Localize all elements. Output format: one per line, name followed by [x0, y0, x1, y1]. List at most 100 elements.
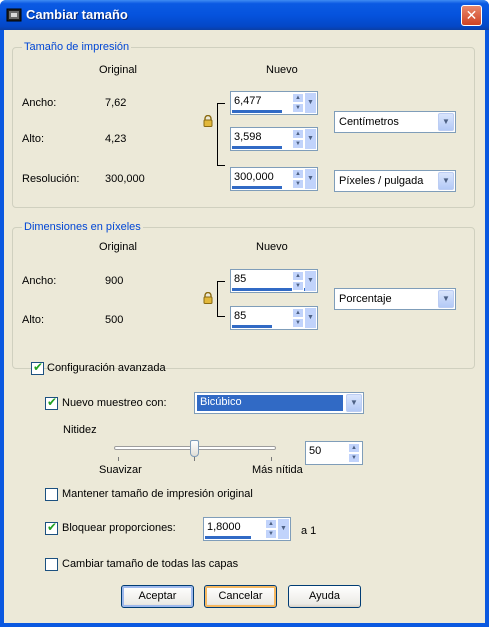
print-height-value: 3,598 — [234, 131, 262, 143]
print-width-bar — [232, 110, 282, 113]
close-icon: ✕ — [465, 7, 478, 23]
spin-up-icon[interactable]: ▲ — [292, 93, 304, 103]
close-button[interactable]: ✕ — [461, 5, 482, 26]
resolution-value: 300,000 — [234, 171, 274, 183]
advanced-settings-label[interactable]: Configuración avanzada — [47, 362, 166, 374]
chevron-down-icon[interactable]: ▼ — [305, 93, 316, 113]
print-original-header: Original — [99, 64, 137, 76]
check-icon: ✔ — [47, 520, 58, 534]
resolution-units-select[interactable]: Píxeles / pulgada ▼ — [334, 170, 456, 192]
chevron-down-icon[interactable]: ▼ — [346, 394, 362, 412]
dialog-window: Cambiar tamaño ✕ Tamaño de impresión Ori… — [0, 0, 489, 627]
sharpness-slider-thumb[interactable] — [190, 440, 199, 457]
pixel-dimensions-title: Dimensiones en píxeles — [22, 221, 143, 233]
pixel-width-label: Ancho: — [22, 275, 57, 287]
dialog-body: Tamaño de impresión Original Nuevo Ancho… — [4, 30, 485, 623]
resample-checkbox[interactable]: ✔ — [45, 395, 58, 410]
chevron-down-icon[interactable]: ▼ — [305, 169, 316, 189]
spin-down-icon[interactable]: ▼ — [265, 529, 277, 539]
lock-ratio-checkbox[interactable]: ✔ — [45, 520, 58, 535]
chevron-down-icon[interactable]: ▼ — [305, 271, 316, 291]
pixel-original-header: Original — [99, 241, 137, 253]
resample-label[interactable]: Nuevo muestreo con: — [62, 397, 167, 409]
pixel-width-spinner[interactable]: ▲ ▼ — [292, 271, 304, 291]
resolution-spinner[interactable]: ▲ ▼ — [292, 169, 304, 189]
chevron-down-icon[interactable]: ▼ — [278, 519, 289, 539]
pixel-units-value: Porcentaje — [339, 293, 392, 305]
pixel-units-select[interactable]: Porcentaje ▼ — [334, 288, 456, 310]
ratio-input[interactable]: 1,8000 ▲ ▼ ▼ — [203, 517, 291, 541]
app-icon — [6, 8, 22, 22]
sharper-label: Más nítida — [252, 464, 303, 476]
pixel-link-bracket — [217, 281, 225, 317]
resolution-input[interactable]: 300,000 ▲ ▼ ▼ — [230, 167, 318, 191]
print-height-label: Alto: — [22, 133, 45, 145]
lock-ratio-label[interactable]: Bloquear proporciones: — [62, 522, 176, 534]
print-size-title: Tamaño de impresión — [22, 41, 132, 53]
ratio-spinner[interactable]: ▲ ▼ — [265, 519, 277, 539]
help-button-label: Ayuda — [309, 590, 340, 602]
print-units-value: Centímetros — [339, 116, 399, 128]
keep-print-size-label[interactable]: Mantener tamaño de impresión original — [62, 488, 253, 500]
window-title: Cambiar tamaño — [26, 7, 128, 22]
spin-down-icon[interactable]: ▼ — [292, 103, 304, 113]
spin-up-icon[interactable]: ▲ — [265, 519, 277, 529]
resample-method-value: Bicúbico — [197, 395, 343, 411]
pixel-height-spinner[interactable]: ▲ ▼ — [292, 308, 304, 328]
spin-up-icon[interactable]: ▲ — [348, 443, 360, 453]
sharpness-input[interactable]: 50 ▲ ▼ — [305, 441, 363, 465]
print-height-bar — [232, 146, 282, 149]
print-width-input[interactable]: 6,477 ▲ ▼ ▼ — [230, 91, 318, 115]
cancel-button[interactable]: Cancelar — [204, 585, 277, 608]
ratio-suffix: a 1 — [301, 525, 317, 537]
lock-icon[interactable] — [203, 115, 213, 127]
chevron-down-icon[interactable]: ▼ — [438, 172, 454, 190]
slider-tick — [194, 457, 195, 461]
spin-up-icon[interactable]: ▲ — [292, 169, 304, 179]
smooth-label: Suavizar — [99, 464, 142, 476]
pixel-width-input[interactable]: 85 ▲ ▼ ▼ — [230, 269, 318, 293]
spin-up-icon[interactable]: ▲ — [292, 308, 304, 318]
help-button[interactable]: Ayuda — [288, 585, 361, 608]
sharpness-label: Nitidez — [63, 424, 97, 436]
slider-tick — [271, 457, 272, 461]
pixel-height-label: Alto: — [22, 314, 45, 326]
spin-up-icon[interactable]: ▲ — [292, 271, 304, 281]
chevron-down-icon[interactable]: ▼ — [305, 129, 316, 149]
advanced-settings-checkbox[interactable]: ✔ — [31, 360, 44, 375]
print-height-input[interactable]: 3,598 ▲ ▼ ▼ — [230, 127, 318, 151]
print-width-spinner[interactable]: ▲ ▼ — [292, 93, 304, 113]
spin-up-icon[interactable]: ▲ — [292, 129, 304, 139]
print-width-original: 7,62 — [105, 97, 127, 109]
pixel-height-original: 500 — [105, 314, 124, 326]
sharpness-spinner[interactable]: ▲ ▼ — [348, 443, 360, 463]
resize-all-layers-checkbox[interactable] — [45, 558, 58, 571]
pixel-height-input[interactable]: 85 ▲ ▼ ▼ — [230, 306, 318, 330]
print-height-spinner[interactable]: ▲ ▼ — [292, 129, 304, 149]
print-units-select[interactable]: Centímetros ▼ — [334, 111, 456, 133]
spin-down-icon[interactable]: ▼ — [292, 281, 304, 291]
pixel-width-value: 85 — [234, 273, 247, 285]
spin-down-icon[interactable]: ▼ — [292, 318, 304, 328]
keep-print-size-checkbox[interactable] — [45, 488, 58, 501]
resample-method-select[interactable]: Bicúbico ▼ — [194, 392, 364, 414]
chevron-down-icon[interactable]: ▼ — [438, 290, 454, 308]
print-link-bracket — [217, 103, 225, 166]
pixel-height-bar — [232, 325, 272, 328]
resize-all-layers-label[interactable]: Cambiar tamaño de todas las capas — [62, 558, 238, 570]
ok-button[interactable]: Aceptar — [121, 585, 194, 608]
sharpness-value: 50 — [309, 445, 322, 457]
chevron-down-icon[interactable]: ▼ — [438, 113, 454, 131]
spin-down-icon[interactable]: ▼ — [292, 179, 304, 189]
title-bar[interactable]: Cambiar tamaño ✕ — [0, 0, 489, 30]
pixel-height-value: 85 — [234, 310, 247, 322]
chevron-down-icon[interactable]: ▼ — [305, 308, 316, 328]
ratio-bar — [205, 536, 251, 539]
cancel-button-label: Cancelar — [218, 590, 263, 602]
ok-button-label: Aceptar — [138, 590, 177, 602]
print-nuevo-header: Nuevo — [266, 64, 298, 76]
resolution-units-value: Píxeles / pulgada — [339, 175, 424, 187]
spin-down-icon[interactable]: ▼ — [292, 139, 304, 149]
spin-down-icon[interactable]: ▼ — [348, 453, 360, 463]
lock-icon[interactable] — [203, 292, 213, 304]
